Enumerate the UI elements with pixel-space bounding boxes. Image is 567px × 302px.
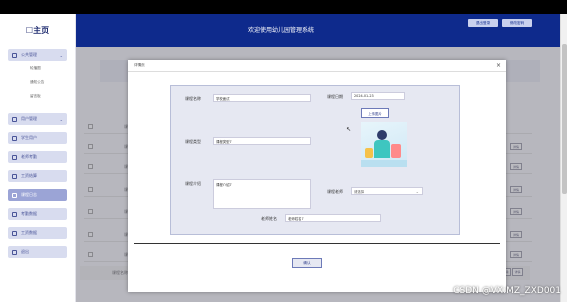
sidebar-item-logout[interactable]: 退出 [8, 246, 67, 258]
detail-modal: 详情页 × 课程名称 学校面试 课程日期 2024-01-23 上传图片 课程类… [128, 60, 506, 292]
modal-header: 详情页 × [128, 60, 506, 72]
course-date-field[interactable]: 2024-01-23 [351, 92, 405, 100]
sidebar-item-label: 用户管理 [21, 116, 37, 121]
course-teacher-label: 课程老师 [327, 189, 343, 194]
sidebar-item-label: 退出 [21, 249, 29, 254]
sidebar-item-users[interactable]: 用户管理 ⌄ [8, 113, 67, 125]
teacher-name-field[interactable]: 老师姓名7 [285, 214, 381, 222]
sidebar-sub-carousel[interactable]: 轮播图 [0, 61, 75, 75]
sidebar-sub-notice[interactable]: 通知公告 [0, 75, 75, 89]
course-intro-field[interactable]: 课程介绍7 [213, 179, 311, 209]
divider [134, 243, 500, 244]
select-value: 请选择 [354, 189, 365, 194]
course-type-label: 课程类型 [185, 139, 201, 144]
logout-icon [12, 249, 17, 255]
sidebar-item-label: 考勤数据 [21, 211, 37, 216]
course-intro-label: 课程介绍 [185, 181, 201, 186]
sidebar-item-attendance-data[interactable]: 考勤数据 [8, 208, 67, 220]
sidebar-item-students[interactable]: 学生用户 [8, 132, 67, 144]
chart-icon [12, 211, 17, 217]
course-name-label: 课程名称 [185, 96, 201, 101]
user-icon [12, 116, 17, 122]
sidebar-sub-message[interactable]: 留言板 [0, 89, 75, 103]
course-image-preview [361, 122, 407, 167]
confirm-button[interactable]: 确认 [292, 258, 322, 268]
sidebar-item-salary-data[interactable]: 工资数据 [8, 227, 67, 239]
sidebar-item-label: 工资数据 [21, 230, 37, 235]
app-window: ☐主页 公共管理 ⌄ 轮播图 通知公告 留言板 用户管理 ⌄ 学生用户 老师考勤… [0, 0, 567, 302]
sidebar-group-label: 公共管理 [21, 52, 37, 57]
course-date-label: 课程日期 [327, 94, 343, 99]
folder-icon [12, 52, 17, 58]
table-icon [12, 230, 17, 236]
sidebar-item-course-log[interactable]: 课程日志 [8, 189, 67, 201]
sidebar-item-label: 课程日志 [21, 192, 37, 197]
page-title: 欢迎使用幼儿园管理系统 [247, 27, 314, 34]
header: 欢迎使用幼儿园管理系统 退出登录 修改密码 [76, 14, 562, 47]
top-bar [0, 0, 567, 14]
sidebar-item-label: 老师考勤 [21, 154, 37, 159]
sidebar-item-label: 学生用户 [21, 135, 37, 140]
upload-image-button[interactable]: 上传图片 [361, 108, 389, 118]
sidebar-item-label: 工资结算 [21, 173, 37, 178]
change-password-button[interactable]: 修改密码 [502, 19, 532, 27]
course-name-field[interactable]: 学校面试 [213, 94, 311, 102]
modal-title: 详情页 [134, 63, 145, 67]
book-icon [12, 192, 17, 198]
mouse-cursor-icon: ↖ [346, 126, 352, 133]
calendar-icon [12, 154, 17, 160]
sidebar-group-public[interactable]: 公共管理 ⌄ [8, 49, 67, 61]
student-icon [12, 135, 17, 141]
logo[interactable]: ☐主页 [0, 14, 75, 47]
course-teacher-select[interactable]: 请选择 ⌄ [351, 187, 423, 195]
sidebar: ☐主页 公共管理 ⌄ 轮播图 通知公告 留言板 用户管理 ⌄ 学生用户 老师考勤… [0, 14, 76, 302]
chevron-down-icon: ⌄ [59, 116, 63, 122]
watermark: CSDN @VX:MZ_ZXD001 [453, 286, 561, 296]
money-icon [12, 173, 17, 179]
close-icon[interactable]: × [496, 62, 501, 69]
sidebar-item-salary[interactable]: 工资结算 [8, 170, 67, 182]
course-type-field[interactable]: 课程类型7 [213, 137, 311, 145]
logout-button[interactable]: 退出登录 [468, 19, 498, 27]
sidebar-item-attendance[interactable]: 老师考勤 [8, 151, 67, 163]
chevron-down-icon: ⌄ [415, 189, 419, 194]
page-scrollbar[interactable] [560, 14, 567, 302]
detail-form: 课程名称 学校面试 课程日期 2024-01-23 上传图片 课程类型 课程类型… [170, 85, 460, 235]
teacher-name-label: 老师姓名 [261, 216, 277, 221]
scrollbar-thumb[interactable] [562, 44, 567, 194]
chevron-down-icon: ⌄ [59, 52, 63, 58]
